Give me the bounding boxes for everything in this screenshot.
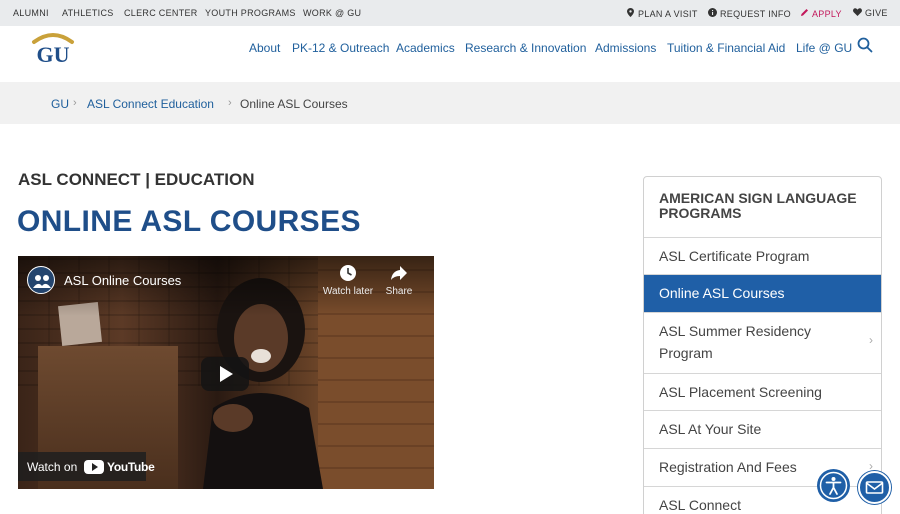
chevron-right-icon: ›: [228, 97, 232, 109]
apply-link[interactable]: APPLY: [800, 8, 842, 19]
info-icon: [708, 8, 717, 19]
sidebar-item-label: ASL At Your Site: [659, 421, 762, 437]
sidebar-item-asl-summer-residency-program[interactable]: ASL Summer Residency Program ›: [644, 312, 881, 373]
give-label: GIVE: [865, 8, 888, 18]
map-pin-icon: [626, 8, 635, 19]
sidebar-item-asl-certificate-program[interactable]: ASL Certificate Program: [644, 237, 881, 275]
watch-on-youtube-button[interactable]: Watch on YouTube: [18, 452, 155, 481]
youtube-play-glyph: [92, 463, 98, 471]
share-arrow-icon: [390, 264, 408, 282]
breadcrumb-current: Online ASL Courses: [240, 97, 348, 111]
nav-admissions[interactable]: Admissions: [595, 41, 656, 55]
utility-link-alumni[interactable]: ALUMNI: [13, 8, 49, 18]
accessibility-button[interactable]: [817, 469, 850, 502]
request-info-label: REQUEST INFO: [720, 9, 791, 19]
apply-label: APPLY: [812, 9, 842, 19]
pencil-icon: [800, 8, 809, 19]
nav-life-at-gu[interactable]: Life @ GU: [796, 41, 852, 55]
page-title: ONLINE ASL COURSES: [17, 205, 361, 238]
utility-link-clerc-center[interactable]: CLERC CENTER: [124, 8, 198, 18]
watch-on-label: Watch on: [27, 460, 78, 474]
sidebar-item-label: Registration And Fees: [659, 459, 797, 475]
utility-bar: ALUMNI ATHLETICS CLERC CENTER YOUTH PROG…: [0, 0, 900, 26]
page-eyebrow: ASL CONNECT | EDUCATION: [18, 170, 255, 189]
watch-later-button[interactable]: Watch later: [322, 264, 374, 297]
utility-link-athletics[interactable]: ATHLETICS: [62, 8, 114, 18]
logo-text: GU: [37, 42, 70, 66]
watch-later-label: Watch later: [322, 286, 374, 297]
plan-a-visit-label: PLAN A VISIT: [638, 9, 698, 19]
sidebar-item-label: ASL Summer Residency Program: [659, 323, 811, 361]
programs-sidebar: AMERICAN SIGN LANGUAGE PROGRAMS ASL Cert…: [643, 176, 882, 514]
clock-icon: [339, 264, 357, 282]
share-button[interactable]: Share: [373, 264, 425, 297]
give-link[interactable]: GIVE: [853, 8, 888, 18]
contact-button[interactable]: [858, 471, 891, 504]
accessibility-icon: [817, 471, 850, 506]
sidebar-item-asl-placement-screening[interactable]: ASL Placement Screening: [644, 373, 881, 411]
nav-research-innovation[interactable]: Research & Innovation: [465, 41, 586, 55]
breadcrumb: GU › ASL Connect Education › Online ASL …: [0, 82, 900, 124]
breadcrumb-asl-connect-education[interactable]: ASL Connect Education: [87, 97, 214, 111]
plan-a-visit-link[interactable]: PLAN A VISIT: [626, 8, 698, 19]
chevron-right-icon: ›: [869, 333, 873, 347]
heart-icon: [853, 8, 862, 18]
sidebar-item-label: ASL Certificate Program: [659, 248, 810, 264]
nav-about[interactable]: About: [249, 41, 280, 55]
chevron-right-icon: ›: [73, 97, 77, 109]
breadcrumb-gu[interactable]: GU: [51, 97, 69, 111]
search-icon[interactable]: [857, 37, 873, 53]
sidebar-item-online-asl-courses[interactable]: Online ASL Courses: [644, 274, 881, 312]
nav-academics[interactable]: Academics: [396, 41, 455, 55]
video-player[interactable]: ASL Online Courses Watch later Share Wat…: [18, 256, 434, 489]
mail-icon: [860, 481, 889, 506]
sidebar-heading: AMERICAN SIGN LANGUAGE PROGRAMS: [659, 190, 857, 221]
sidebar-item-asl-at-your-site[interactable]: ASL At Your Site: [644, 410, 881, 448]
youtube-wordmark: YouTube: [107, 460, 155, 474]
nav-pk12-outreach[interactable]: PK-12 & Outreach: [292, 41, 389, 55]
sidebar-item-label: Online ASL Courses: [659, 285, 785, 301]
nav-tuition-financial-aid[interactable]: Tuition & Financial Aid: [667, 41, 785, 55]
video-title[interactable]: ASL Online Courses: [64, 273, 181, 288]
sidebar-item-label: ASL Placement Screening: [659, 384, 822, 400]
sidebar-item-label: ASL Connect: [659, 497, 741, 513]
site-header: GU About PK-12 & Outreach Academics Rese…: [0, 26, 900, 82]
channel-avatar[interactable]: [27, 266, 55, 294]
share-label: Share: [385, 286, 413, 297]
gu-logo[interactable]: GU: [30, 30, 76, 67]
request-info-link[interactable]: REQUEST INFO: [708, 8, 791, 19]
play-icon: [220, 366, 233, 382]
utility-link-youth-programs[interactable]: YOUTH PROGRAMS: [205, 8, 296, 18]
utility-link-work[interactable]: WORK @ GU: [303, 8, 361, 18]
